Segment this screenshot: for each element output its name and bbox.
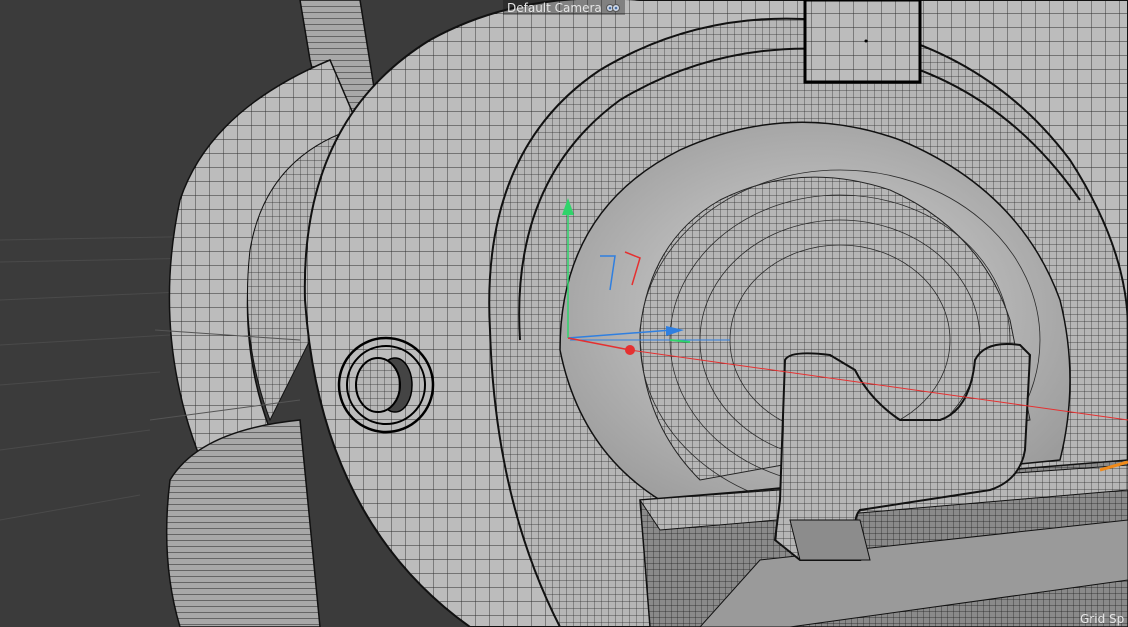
viewport-scene[interactable]: [0, 0, 1128, 627]
camera-label[interactable]: Default Camera: [503, 0, 625, 15]
3d-viewport[interactable]: Default Camera Grid Sp: [0, 0, 1128, 627]
gantry-side-knob: [337, 336, 435, 434]
x-axis-handle: [625, 345, 635, 355]
grid-spacing-label: Grid Sp: [1080, 612, 1125, 626]
camera-name: Default Camera: [507, 0, 602, 15]
camera-icon[interactable]: [605, 2, 621, 14]
gantry-top-panel: [803, 0, 922, 84]
